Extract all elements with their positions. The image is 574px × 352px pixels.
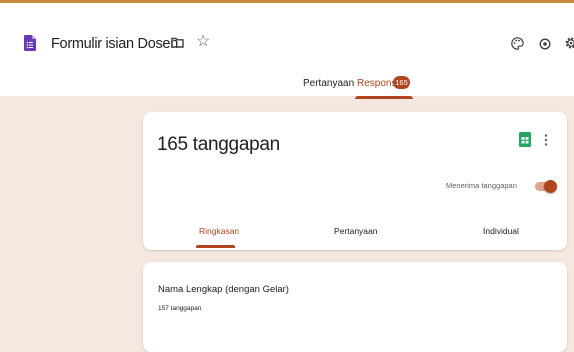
subtab-individual[interactable]: Individual [483, 226, 519, 236]
tab-questions[interactable]: Pertanyaan [303, 78, 354, 89]
folder-icon[interactable] [171, 37, 184, 48]
star-icon[interactable]: ☆ [196, 34, 210, 50]
question-summary-card: Nama Lengkap (dengan Gelar) 157 tanggapa… [143, 262, 567, 352]
responses-count-badge: 165 [393, 76, 410, 89]
tab-responses[interactable]: Respons [357, 78, 396, 89]
responses-summary-card: 165 tanggapan Menerima tanggapan Ringkas… [143, 112, 567, 250]
active-subtab-indicator [196, 245, 235, 248]
palette-icon[interactable] [511, 37, 524, 50]
more-options-icon[interactable] [544, 134, 548, 146]
subtab-question[interactable]: Pertanyaan [334, 226, 377, 236]
accepting-responses-label: Menerima tanggapan [446, 181, 517, 190]
preview-eye-icon[interactable] [539, 38, 551, 50]
document-title[interactable]: Formulir isian Dosen [51, 36, 178, 52]
gear-icon[interactable] [564, 36, 574, 50]
subtab-summary[interactable]: Ringkasan [199, 226, 239, 236]
question-title: Nama Lengkap (dengan Gelar) [158, 284, 289, 295]
question-response-count: 157 tanggapan [158, 305, 202, 312]
toggle-knob [544, 180, 557, 193]
accepting-responses-toggle[interactable] [535, 180, 557, 193]
active-tab-indicator [355, 96, 413, 99]
response-count-heading: 165 tanggapan [157, 134, 280, 155]
google-sheets-icon[interactable] [519, 132, 531, 147]
google-forms-icon[interactable] [24, 35, 36, 51]
top-bar: Formulir isian Dosen ☆ Pertanyaan Respon… [0, 0, 574, 99]
